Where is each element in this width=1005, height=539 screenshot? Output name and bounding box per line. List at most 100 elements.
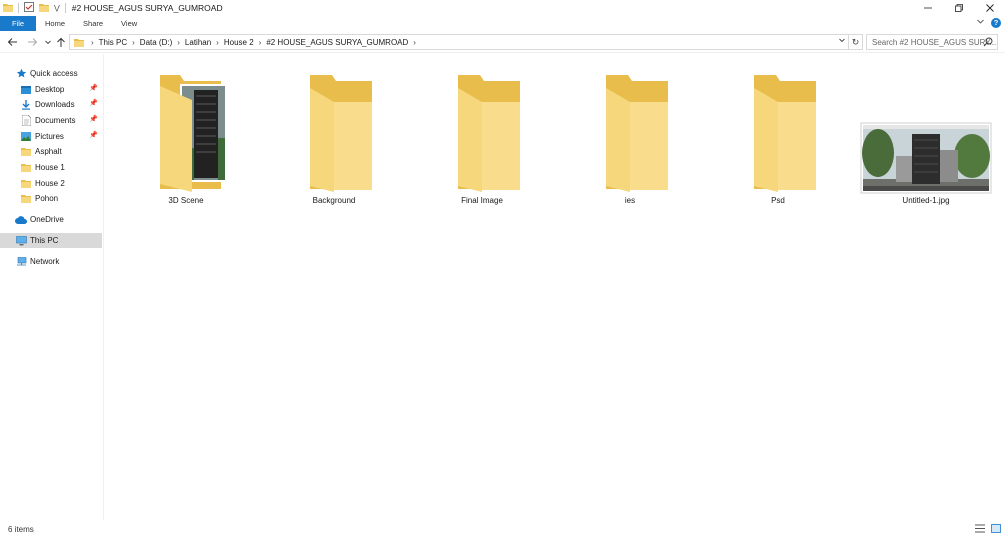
tab-view[interactable]: View (112, 16, 146, 31)
file-name: 3D Scene (168, 196, 204, 205)
refresh-icon: ↻ (851, 36, 860, 47)
search-placeholder: Search #2 HOUSE_AGUS SURY... (872, 37, 997, 47)
title-bar: ⋁ #2 HOUSE_AGUS SURYA_GUMROAD (0, 0, 1005, 16)
pin-icon[interactable]: 📌 (89, 115, 98, 123)
folder-icon (74, 38, 84, 47)
breadcrumb-this-pc[interactable]: This PC (99, 38, 127, 47)
address-bar[interactable]: › This PC › Data (D:) › Latihan › House … (69, 34, 849, 50)
restore-button[interactable] (943, 0, 974, 16)
forward-arrow-icon[interactable] (26, 36, 38, 48)
minimize-button[interactable] (912, 0, 943, 16)
navigation-pane: Quick access Desktop 📌 Downloads 📌 Docum… (0, 54, 104, 520)
sidebar-item-house-2[interactable]: House 2 (0, 176, 102, 191)
image-thumbnail (860, 68, 992, 196)
folder-icon (728, 68, 828, 196)
window-controls (912, 0, 1005, 16)
breadcrumb-house-2[interactable]: House 2 (224, 38, 254, 47)
breadcrumb-data-drive[interactable]: Data (D:) (140, 38, 172, 47)
pictures-icon (20, 131, 32, 143)
folder-icon (20, 162, 32, 174)
back-arrow-icon[interactable] (6, 36, 18, 48)
large-icons-view-icon[interactable] (991, 524, 1001, 535)
sidebar-item-downloads[interactable]: Downloads 📌 (0, 97, 102, 112)
documents-icon (20, 115, 32, 127)
chevron-right-icon[interactable]: › (259, 38, 262, 47)
sidebar-item-network[interactable]: Network (0, 254, 102, 269)
sidebar-item-quick-access[interactable]: Quick access (0, 66, 102, 81)
sidebar-item-label: Pictures (35, 132, 64, 141)
expand-ribbon-icon[interactable] (976, 17, 985, 28)
window-title: #2 HOUSE_AGUS SURYA_GUMROAD (71, 3, 223, 13)
file-name: Background (312, 196, 356, 205)
file-name: Untitled-1.jpg (902, 196, 950, 205)
file-item-3d-scene[interactable]: 3D Scene (116, 68, 256, 208)
sidebar-item-label: House 1 (35, 163, 65, 172)
folder-preview-icon (136, 68, 236, 196)
sidebar-item-label: Asphalt (35, 147, 62, 156)
sidebar-item-documents[interactable]: Documents 📌 (0, 113, 102, 128)
ribbon-right: ? (976, 17, 1001, 28)
new-folder-icon[interactable] (39, 3, 49, 14)
sidebar-item-this-pc[interactable]: This PC (0, 233, 102, 248)
tab-file[interactable]: File (0, 16, 36, 31)
computer-icon (15, 235, 27, 247)
chevron-right-icon[interactable]: › (91, 38, 94, 47)
file-list: 3D Scene Background Final Image ies Psd … (104, 54, 1005, 520)
breadcrumb-current-folder[interactable]: #2 HOUSE_AGUS SURYA_GUMROAD (266, 38, 408, 47)
cloud-icon (15, 214, 27, 226)
address-dropdown-icon[interactable] (838, 36, 846, 46)
pin-icon[interactable]: 📌 (89, 99, 98, 107)
sidebar-item-label: Downloads (35, 100, 75, 109)
desktop-icon (20, 84, 32, 96)
tab-home[interactable]: Home (36, 16, 74, 31)
file-item-ies[interactable]: ies (560, 68, 700, 208)
file-item-background[interactable]: Background (264, 68, 404, 208)
star-icon (15, 68, 27, 80)
recent-locations-icon[interactable] (42, 36, 54, 48)
quick-access-toolbar: ⋁ (0, 2, 66, 14)
folder-icon (284, 68, 384, 196)
item-count: 6 items (8, 525, 34, 534)
sidebar-item-label: House 2 (35, 179, 65, 188)
details-view-icon[interactable] (975, 524, 985, 535)
chevron-right-icon[interactable]: › (177, 38, 180, 47)
network-icon (15, 256, 27, 268)
status-bar: 6 items (0, 520, 1005, 539)
folder-icon (20, 178, 32, 190)
pin-icon[interactable]: 📌 (89, 131, 98, 139)
folder-icon (20, 146, 32, 158)
divider (64, 3, 66, 13)
close-button[interactable] (974, 0, 1005, 16)
sidebar-item-desktop[interactable]: Desktop 📌 (0, 82, 102, 97)
sidebar-item-pohon[interactable]: Pohon (0, 191, 102, 206)
file-item-untitled-jpg[interactable]: Untitled-1.jpg (856, 68, 996, 208)
customize-dropdown-icon[interactable]: ⋁ (54, 4, 60, 12)
pin-icon[interactable]: 📌 (89, 84, 98, 92)
search-input[interactable]: Search #2 HOUSE_AGUS SURY... (866, 34, 998, 50)
tab-share[interactable]: Share (74, 16, 112, 31)
downloads-icon (20, 99, 32, 111)
sidebar-item-asphalt[interactable]: Asphalt (0, 144, 102, 159)
sidebar-item-label: Desktop (35, 85, 65, 94)
folder-icon (3, 3, 13, 14)
up-arrow-icon[interactable] (55, 36, 67, 48)
view-toggle (975, 524, 1001, 535)
sidebar-item-pictures[interactable]: Pictures 📌 (0, 129, 102, 144)
file-item-psd[interactable]: Psd (708, 68, 848, 208)
sidebar-item-house-1[interactable]: House 1 (0, 160, 102, 175)
properties-icon[interactable] (24, 2, 34, 14)
breadcrumb-latihan[interactable]: Latihan (185, 38, 211, 47)
file-name: Psd (771, 196, 785, 205)
help-icon[interactable]: ? (991, 17, 1001, 28)
refresh-button[interactable]: ↻ (849, 34, 863, 50)
search-icon[interactable] (983, 37, 993, 49)
sidebar-item-onedrive[interactable]: OneDrive (0, 212, 102, 227)
chevron-right-icon[interactable]: › (413, 38, 416, 47)
navigation-bar: › This PC › Data (D:) › Latihan › House … (0, 31, 1005, 53)
chevron-right-icon[interactable]: › (132, 38, 135, 47)
sidebar-item-label: Pohon (35, 194, 59, 203)
chevron-right-icon[interactable]: › (216, 38, 219, 47)
sidebar-item-label: OneDrive (30, 215, 64, 224)
file-item-final-image[interactable]: Final Image (412, 68, 552, 208)
sidebar-item-label: Documents (35, 116, 76, 125)
